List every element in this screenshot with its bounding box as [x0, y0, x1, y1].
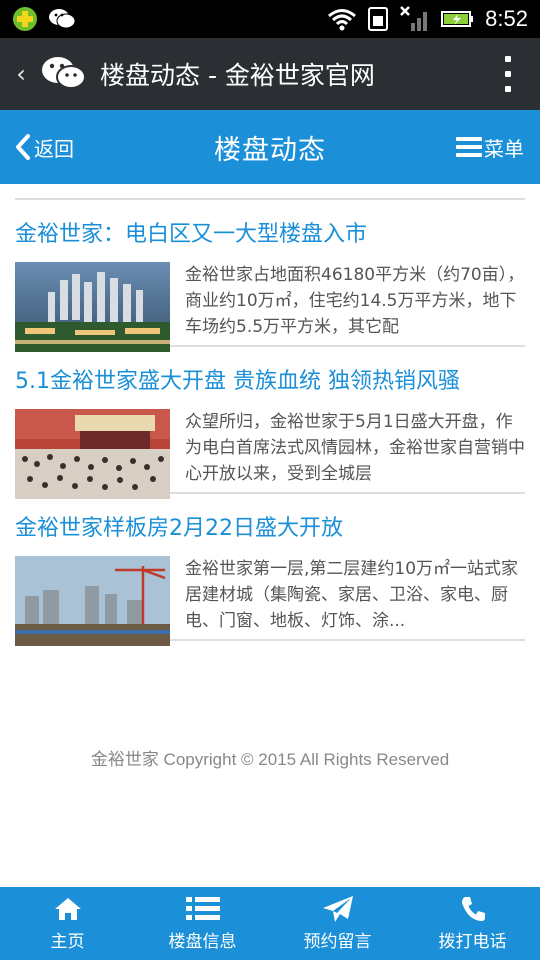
- sim-icon: [367, 6, 389, 32]
- paper-plane-icon: [321, 895, 355, 923]
- news-title[interactable]: 5.1金裕世家盛大开盘 贵族血统 独领热销风骚: [15, 365, 525, 399]
- menu-label: 菜单: [484, 136, 524, 161]
- news-title[interactable]: 金裕世家样板房2月22日盛大开放: [15, 512, 525, 546]
- phone-icon: [459, 895, 487, 923]
- nav-home[interactable]: 主页: [0, 887, 135, 960]
- nav-call-label: 拨打电话: [438, 932, 507, 952]
- wechat-logo-icon: [40, 54, 88, 94]
- status-bar: 8:52: [0, 0, 540, 38]
- wechat-title-bar: ‹ 楼盘动态 - 金裕世家官网: [0, 38, 540, 110]
- news-list: 金裕世家：电白区又一大型楼盘入市 金裕世家占地面积46180平方米（约70亩），…: [15, 198, 525, 646]
- page-title: 楼盘动态 - 金裕世家官网: [100, 61, 375, 90]
- battery-charging-icon: [441, 10, 475, 28]
- site-header: 返回 楼盘动态 菜单: [0, 110, 540, 184]
- nav-call[interactable]: 拨打电话: [405, 887, 540, 960]
- news-summary: 众望所归，金裕世家于5月1日盛大开盘，作为电白首席法式风情园林，金裕世家自营销中…: [185, 412, 525, 484]
- nav-home-label: 主页: [50, 932, 85, 952]
- wifi-icon: [327, 7, 357, 31]
- menu-button[interactable]: 菜单: [456, 110, 524, 184]
- chevron-left-icon[interactable]: ‹: [6, 60, 36, 88]
- nav-appointment[interactable]: 预约留言: [270, 887, 405, 960]
- back-label: 返回: [34, 136, 74, 161]
- bottom-nav: 主页 楼盘信息 预约留言 拨打电话: [0, 887, 540, 960]
- news-item[interactable]: 金裕世家：电白区又一大型楼盘入市 金裕世家占地面积46180平方米（约70亩），…: [15, 200, 525, 352]
- news-title[interactable]: 金裕世家：电白区又一大型楼盘入市: [15, 218, 525, 252]
- wechat-notification-icon: [48, 7, 76, 31]
- home-icon: [53, 895, 83, 923]
- news-summary: 金裕世家第一层,第二层建约10万㎡一站式家居建材城（集陶瓷、家居、卫浴、家电、厨…: [185, 559, 519, 631]
- news-body: 金裕世家占地面积46180平方米（约70亩），商业约10万㎡，住宅约14.5万平…: [15, 262, 525, 352]
- hamburger-icon: [456, 137, 482, 157]
- back-button[interactable]: 返回: [14, 110, 74, 184]
- status-left: [0, 6, 76, 32]
- news-body: 金裕世家第一层,第二层建约10万㎡一站式家居建材城（集陶瓷、家居、卫浴、家电、厨…: [15, 556, 525, 646]
- clock: 8:52: [485, 6, 528, 31]
- header-title: 楼盘动态: [214, 134, 326, 166]
- news-summary: 金裕世家占地面积46180平方米（约70亩），商业约10万㎡，住宅约14.5万平…: [185, 265, 525, 337]
- aerial-city-render-thumbnail[interactable]: [15, 262, 170, 352]
- construction-site-photo-thumbnail[interactable]: [15, 556, 170, 646]
- news-item[interactable]: 金裕世家样板房2月22日盛大开放 金裕世家第一层,第二层建约10万㎡一站式家居建…: [15, 494, 525, 646]
- signal-icon: [399, 5, 431, 33]
- nav-appointment-label: 预约留言: [303, 932, 372, 952]
- status-right: 8:52: [327, 5, 540, 33]
- copyright-text: 金裕世家 Copyright © 2015 All Rights Reserve…: [90, 750, 450, 769]
- list-icon: [185, 895, 221, 923]
- back-arrow-icon: [16, 134, 30, 160]
- plus-app-icon: [12, 6, 38, 32]
- news-body: 众望所归，金裕世家于5月1日盛大开盘，作为电白首席法式风情园林，金裕世家自营销中…: [15, 409, 525, 499]
- nav-property-info[interactable]: 楼盘信息: [135, 887, 270, 960]
- opening-crowd-photo-thumbnail[interactable]: [15, 409, 170, 499]
- more-vertical-icon[interactable]: [504, 56, 512, 92]
- news-item[interactable]: 5.1金裕世家盛大开盘 贵族血统 独领热销风骚 众望所归，金裕世家于5月1日盛大…: [15, 347, 525, 499]
- nav-property-info-label: 楼盘信息: [168, 932, 237, 952]
